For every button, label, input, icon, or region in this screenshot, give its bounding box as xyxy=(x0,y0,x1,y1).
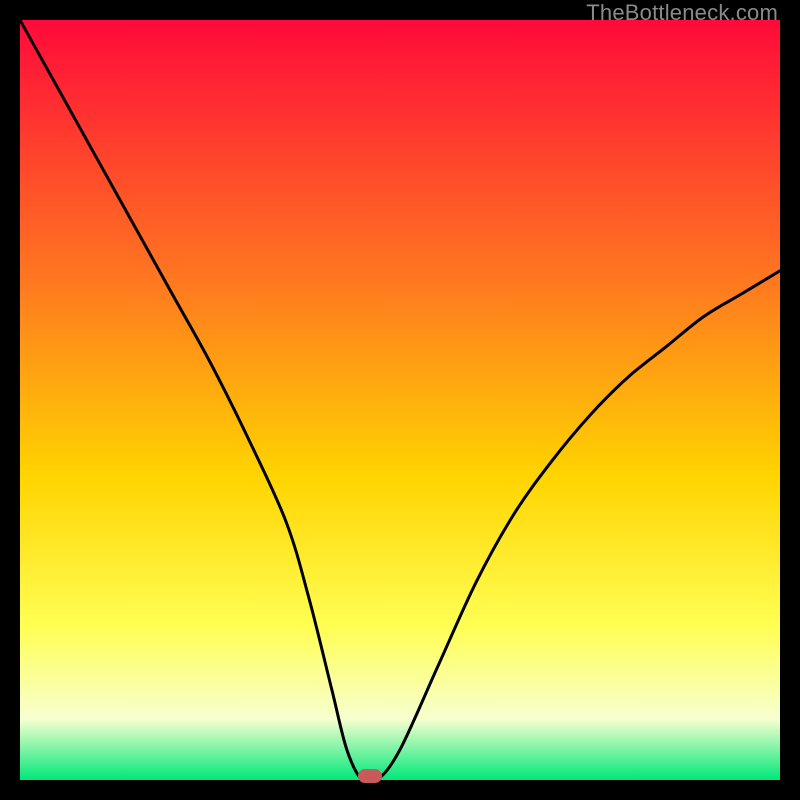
optimal-point-marker xyxy=(358,769,382,783)
chart-frame xyxy=(20,20,780,780)
bottleneck-curve xyxy=(20,20,780,780)
watermark-text: TheBottleneck.com xyxy=(586,0,778,26)
